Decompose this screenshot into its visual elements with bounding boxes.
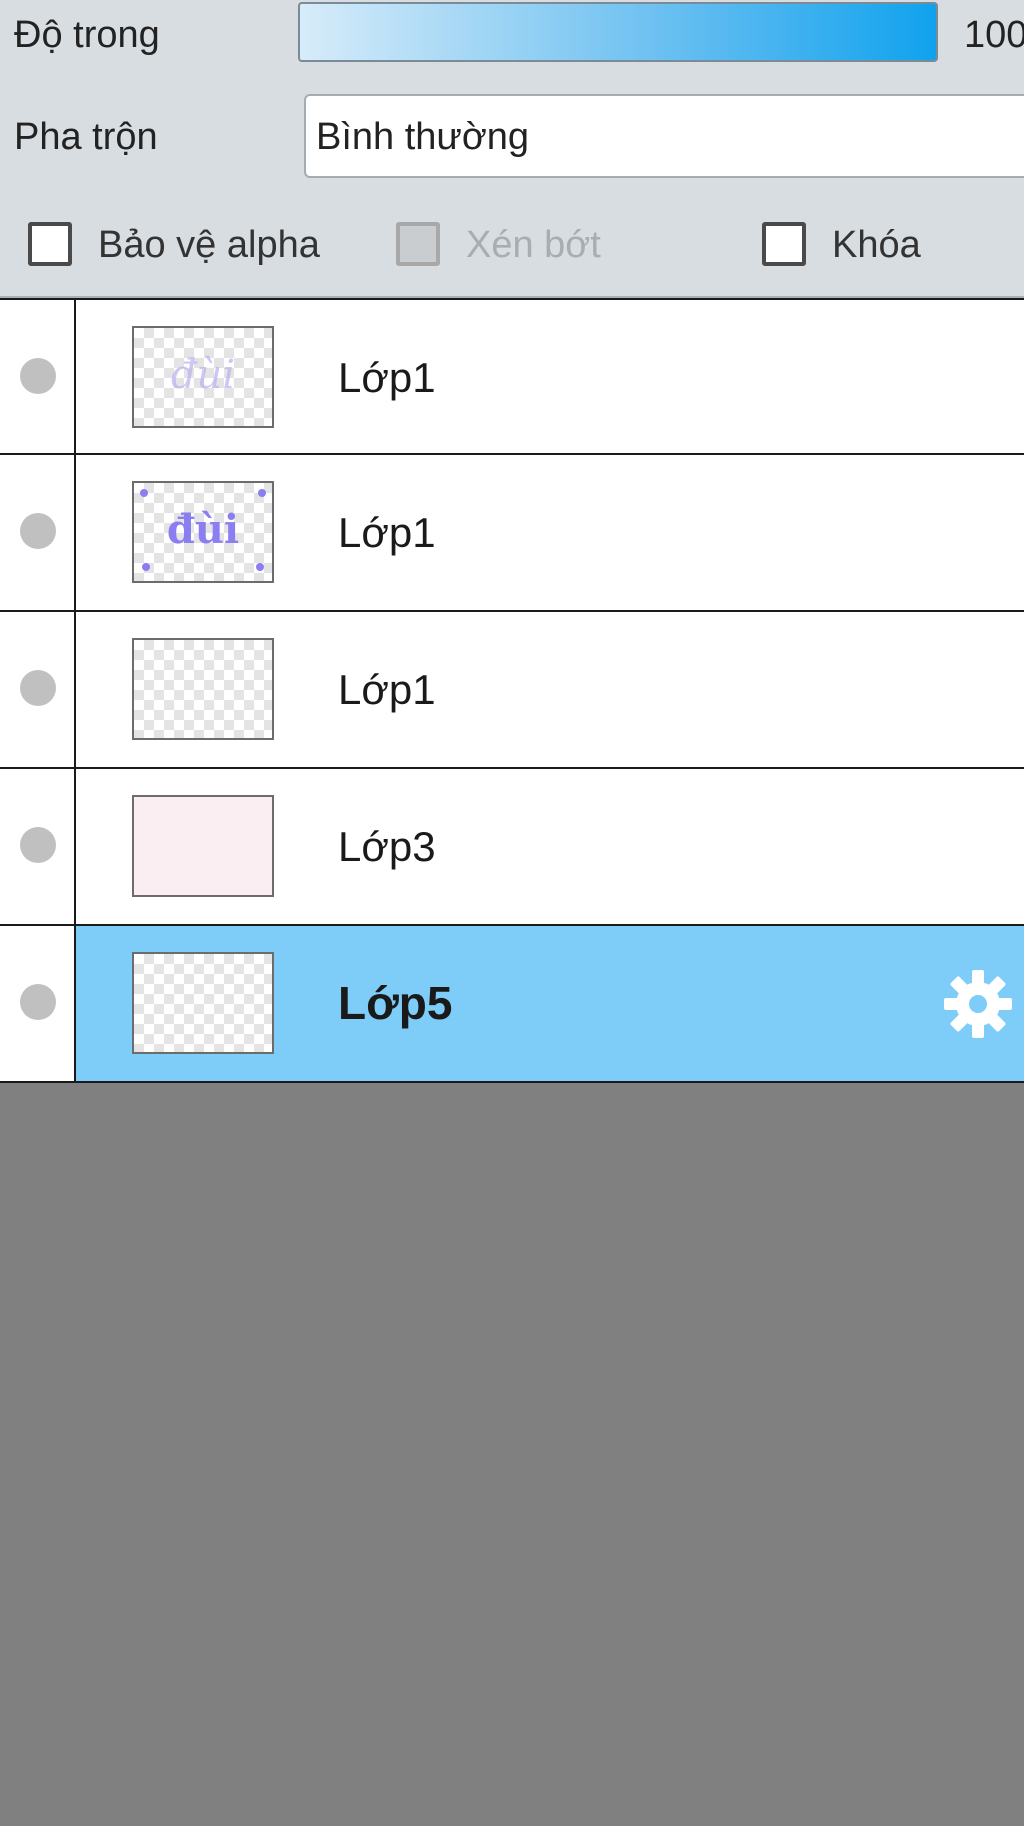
layer-row-content[interactable]: Lớp5 [76,926,1024,1081]
lock-label: Khóa [832,224,921,266]
layer-thumbnail [132,952,274,1054]
clipping-label: Xén bớt [466,224,601,266]
layer-thumbnail: đùi [132,326,274,428]
lock-checkbox[interactable] [762,222,806,266]
svg-text:đùi: đùi [167,506,239,553]
layer-row[interactable]: Lớp3 [0,769,1024,926]
layer-name: Lớp1 [338,509,436,556]
visibility-dot-icon [20,670,56,706]
layer-thumbnail [132,795,274,897]
visibility-dot-icon [20,827,56,863]
layer-name: Lớp1 [338,666,436,713]
visibility-toggle[interactable] [0,926,76,1081]
visibility-toggle[interactable] [0,300,76,453]
layer-thumbnail [132,638,274,740]
visibility-toggle[interactable] [0,612,76,767]
blend-mode-select[interactable]: Bình thường [304,94,1024,178]
opacity-label: Độ trong [14,14,160,56]
layer-row-content[interactable]: Lớp3 [76,769,1024,924]
layer-row[interactable]: Lớp1 [0,612,1024,769]
visibility-toggle[interactable] [0,769,76,924]
layer-thumbnail: đùi [132,481,274,583]
visibility-dot-icon [20,358,56,394]
visibility-dot-icon [20,513,56,549]
layer-row[interactable]: đùi Lớp1 [0,298,1024,455]
protect-alpha-label: Bảo vệ alpha [98,224,320,266]
layer-row-selected[interactable]: Lớp5 [0,926,1024,1083]
protect-alpha-checkbox[interactable] [28,222,72,266]
opacity-value: 100 [964,14,1024,56]
layer-name: Lớp5 [338,977,453,1029]
layer-name: Lớp1 [338,354,436,401]
clipping-checkbox[interactable] [396,222,440,266]
blend-mode-label: Pha trộn [14,116,158,158]
layer-properties-panel: Độ trong 100 Pha trộn Bình thường Bảo vệ… [0,0,1024,298]
layer-row-content[interactable]: đùi Lớp1 [76,455,1024,610]
blend-mode-value: Bình thường [316,116,530,158]
opacity-slider[interactable] [298,2,938,62]
svg-text:đùi: đùi [171,352,235,398]
layer-list: đùi Lớp1 đùi Lớp1 Lớp1 Lớp3 Lớp5 [0,298,1024,1083]
gear-icon[interactable] [940,966,1016,1042]
layer-name: Lớp3 [338,823,436,870]
layer-row-content[interactable]: Lớp1 [76,612,1024,767]
layer-row[interactable]: đùi Lớp1 [0,455,1024,612]
visibility-dot-icon [20,984,56,1020]
layer-row-content[interactable]: đùi Lớp1 [76,300,1024,453]
visibility-toggle[interactable] [0,455,76,610]
